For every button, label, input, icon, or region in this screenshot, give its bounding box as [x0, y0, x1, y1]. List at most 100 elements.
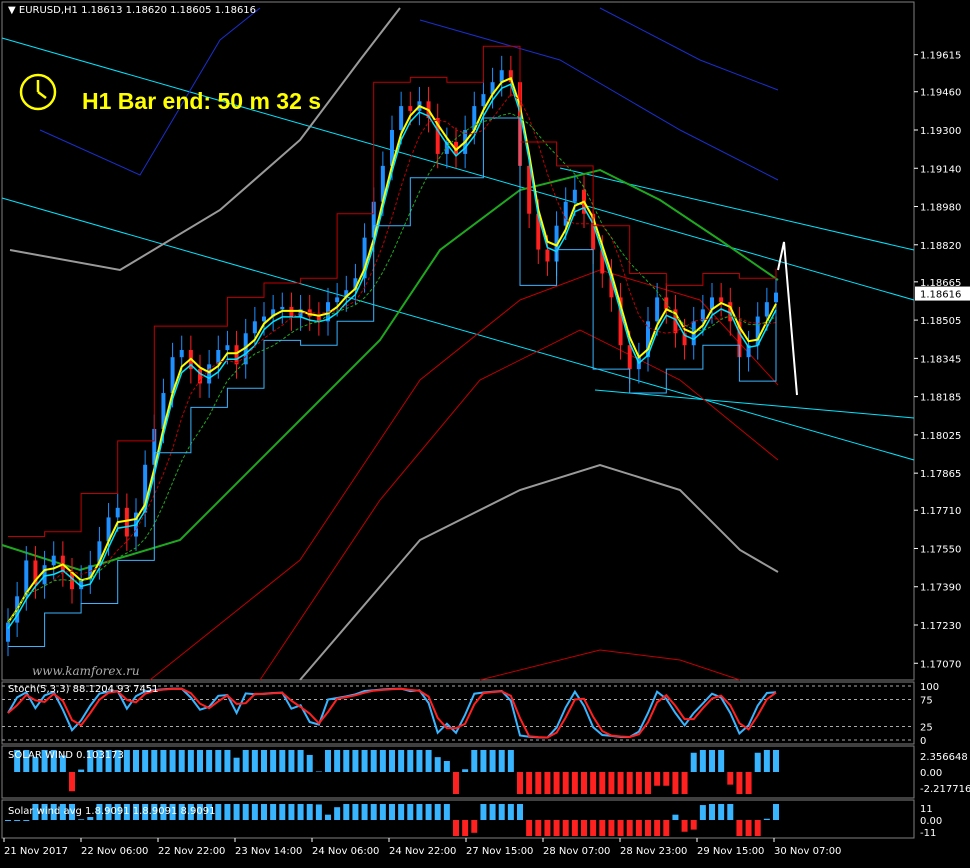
solar-bar-39	[361, 750, 368, 772]
solar-avg-bar-8	[78, 819, 85, 820]
solar-bar-20	[187, 750, 194, 772]
price-tick-label-1: 1.19460	[920, 88, 961, 99]
solar-bar-48	[443, 761, 450, 772]
solar-bar-44	[407, 750, 414, 772]
solar-avg-tick-label-0: 11	[920, 804, 933, 815]
solar-bar-54	[498, 750, 505, 772]
solar-avg-bar-24	[224, 804, 231, 820]
solar-avg-bar-71	[654, 820, 661, 836]
candle-body-19	[179, 350, 184, 358]
solar-avg-bar-83	[763, 818, 770, 820]
solar-avg-bar-68	[626, 820, 633, 836]
solar-bar-62	[571, 772, 578, 794]
current-price-label: 1.18616	[920, 290, 961, 301]
solar-bar-18	[169, 750, 176, 772]
solar-bar-31	[288, 750, 295, 772]
candle-body-78	[719, 297, 724, 303]
solar-bar-43	[398, 750, 405, 772]
solar-bar-65	[599, 772, 606, 794]
solar-bar-81	[745, 772, 752, 794]
candle-body-25	[234, 345, 239, 365]
candle-body-54	[499, 70, 504, 83]
solar-avg-bar-1	[14, 820, 21, 821]
solar-bar-56	[517, 772, 523, 794]
solar-bar-69	[635, 772, 642, 794]
solar-bar-52	[480, 750, 487, 772]
price-tick-label-5: 1.18820	[920, 241, 961, 252]
solar-bar-15	[142, 750, 149, 772]
projection-line	[777, 241, 798, 396]
bar-timer-label: H1 Bar end: 50 m 32 s	[82, 88, 322, 114]
candle-body-43	[399, 106, 404, 130]
solar-bar-42	[389, 750, 395, 772]
solar-bar-79	[727, 772, 734, 785]
candle-body-27	[252, 321, 257, 334]
solar-avg-bar-65	[599, 820, 606, 836]
time-tick-label-1: 22 Nov 06:00	[81, 846, 148, 857]
solar-bar-71	[654, 772, 661, 786]
collapse-icon[interactable]: ▼	[8, 5, 19, 16]
candle-body-12	[115, 507, 120, 518]
price-tick-label-7: 1.18505	[920, 316, 961, 327]
price-tick-label-10: 1.18025	[920, 431, 961, 442]
solar-avg-bar-46	[425, 804, 432, 820]
solar-avg-bar-51	[471, 820, 478, 833]
navy-band-3	[419, 19, 779, 181]
time-tick-label-3: 23 Nov 14:00	[235, 846, 302, 857]
solar-avg-bar-80	[736, 820, 743, 836]
price-tick-label-16: 1.17070	[920, 659, 961, 670]
solar-bar-45	[416, 750, 423, 772]
candle-body-5	[51, 555, 56, 566]
solar-bar-55	[507, 750, 514, 772]
solar-avg-bar-9	[87, 817, 94, 820]
solar-avg-tick-label-1: 0.00	[920, 816, 942, 827]
solar-avg-bar-33	[306, 804, 313, 820]
solar-avg-bar-52	[480, 804, 487, 820]
stoch-level-label-0: 100	[920, 682, 939, 693]
solar-bar-13	[123, 750, 130, 772]
solar-bar-60	[553, 772, 560, 794]
solar-avg-bar-53	[489, 804, 496, 820]
solar-bar-7	[69, 772, 75, 792]
candle-body-24	[225, 345, 230, 350]
gray-band-lower	[299, 463, 779, 681]
solar-avg-bar-23	[215, 804, 222, 820]
solar-bar-63	[581, 772, 587, 794]
solar-avg-bar-54	[498, 804, 505, 820]
solar-bar-68	[626, 772, 633, 794]
solar-avg-bar-64	[590, 820, 597, 836]
solar-bar-64	[590, 772, 597, 794]
time-tick-label-8: 28 Nov 23:00	[620, 846, 687, 857]
price-tick-label-0: 1.19615	[920, 51, 961, 62]
symbol-header: ▼ EURUSD,H1 1.18613 1.18620 1.18605 1.18…	[8, 5, 256, 16]
solar-bar-53	[489, 750, 496, 772]
solar-bar-16	[151, 750, 158, 772]
solar-avg-bar-34	[315, 804, 322, 820]
solar-bar-77	[709, 750, 715, 772]
solar-avg-bar-58	[535, 820, 542, 836]
solar-avg-bar-78	[718, 804, 725, 820]
candle-body-30	[280, 306, 285, 310]
solar-avg-bar-74	[681, 820, 688, 832]
time-tick-label-4: 24 Nov 06:00	[312, 846, 379, 857]
time-tick-label-10: 30 Nov 07:00	[774, 846, 841, 857]
price-tick-label-12: 1.17710	[920, 506, 961, 517]
solar-avg-bar-70	[645, 820, 651, 836]
solar-bar-33	[306, 754, 313, 772]
solar-avg-bar-47	[434, 804, 441, 820]
price-tick-label-9: 1.18185	[920, 393, 961, 404]
solar-avg-bar-82	[754, 820, 761, 836]
ohlc-label: 1.18613 1.18620 1.18605 1.18616	[81, 5, 257, 16]
solar-bar-37	[343, 750, 350, 772]
candle-body-52	[481, 94, 486, 107]
candle-body-36	[335, 297, 340, 303]
price-tick-label-13: 1.17550	[920, 544, 961, 555]
solar-bar-78	[718, 750, 725, 772]
solar-avg-bar-62	[571, 820, 578, 836]
solar-bar-30	[279, 750, 286, 772]
solar-avg-bar-57	[526, 820, 533, 836]
solar-bar-27	[251, 750, 258, 772]
price-tick-label-4: 1.18980	[920, 203, 961, 214]
solar-avg-bar-79	[727, 804, 734, 820]
solar-bar-72	[663, 772, 670, 786]
